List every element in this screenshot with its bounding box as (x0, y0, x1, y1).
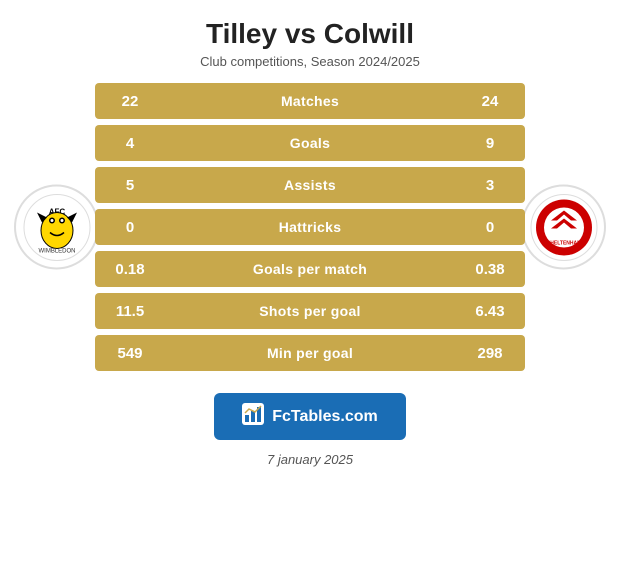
stat-label: Goals per match (165, 251, 455, 287)
stat-row: 4Goals9 (95, 125, 525, 161)
match-title: Tilley vs Colwill (10, 18, 610, 50)
fctables-branding[interactable]: FcTables.com (214, 393, 406, 440)
stat-row: 22Matches24 (95, 83, 525, 119)
stat-row: 5Assists3 (95, 167, 525, 203)
stat-row: 549Min per goal298 (95, 335, 525, 371)
fctables-label: FcTables.com (272, 408, 378, 426)
stat-label: Matches (165, 83, 455, 119)
fctables-icon (242, 403, 264, 430)
header: Tilley vs Colwill Club competitions, Sea… (0, 0, 620, 75)
svg-text:WIMBLEDON: WIMBLEDON (38, 248, 75, 254)
stat-left-value: 5 (95, 167, 165, 203)
stat-left-value: 0.18 (95, 251, 165, 287)
stat-left-value: 11.5 (95, 293, 165, 329)
comparison-section: AFC WIMBLEDON 22Matches24 4Goals9 5Assists… (0, 75, 620, 379)
right-club-logo: CHELTENHAM TOWN FC (521, 185, 606, 270)
stat-label: Hattricks (165, 209, 455, 245)
stat-left-value: 22 (95, 83, 165, 119)
stat-label: Shots per goal (165, 293, 455, 329)
stat-row: 11.5Shots per goal6.43 (95, 293, 525, 329)
stat-right-value: 3 (455, 167, 525, 203)
stat-left-value: 4 (95, 125, 165, 161)
stat-right-value: 6.43 (455, 293, 525, 329)
svg-text:CHELTENHAM: CHELTENHAM (546, 240, 581, 246)
stat-row: 0.18Goals per match0.38 (95, 251, 525, 287)
footer-date: 7 january 2025 (267, 452, 353, 467)
match-subtitle: Club competitions, Season 2024/2025 (10, 54, 610, 69)
stat-left-value: 549 (95, 335, 165, 371)
stats-rows: 22Matches24 4Goals9 5Assists3 0Hattricks0 0.… (95, 83, 525, 371)
stat-label: Assists (165, 167, 455, 203)
stat-right-value: 0 (455, 209, 525, 245)
left-club-logo: AFC WIMBLEDON (14, 185, 99, 270)
stat-right-value: 298 (455, 335, 525, 371)
stat-label: Goals (165, 125, 455, 161)
stat-right-value: 24 (455, 83, 525, 119)
stat-label: Min per goal (165, 335, 455, 371)
stat-left-value: 0 (95, 209, 165, 245)
svg-text:TOWN FC: TOWN FC (553, 247, 575, 252)
stat-right-value: 9 (455, 125, 525, 161)
stat-row: 0Hattricks0 (95, 209, 525, 245)
stat-right-value: 0.38 (455, 251, 525, 287)
